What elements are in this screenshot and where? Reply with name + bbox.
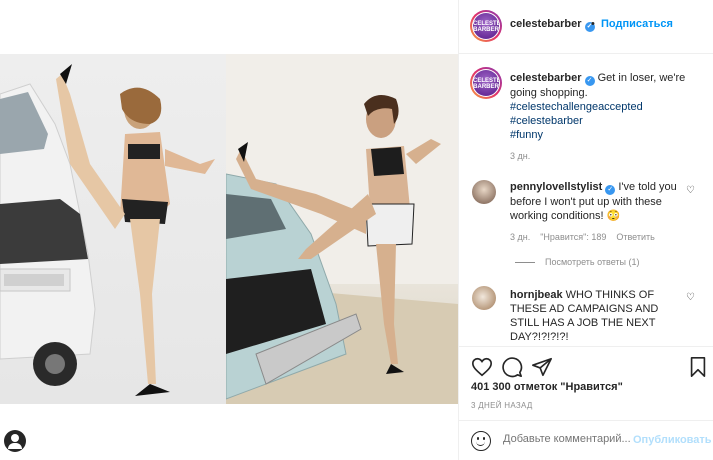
comment-time[interactable]: 3 дн. — [510, 232, 530, 242]
instagram-post-view: CELESTE BARBER celestebarber ✓ • Подписат… — [0, 0, 713, 460]
comment-likes[interactable]: "Нравится": 189 — [540, 232, 606, 242]
post-header: CELESTE BARBER celestebarber ✓ • Подписат… — [459, 0, 713, 54]
commenter-avatar[interactable] — [472, 180, 496, 204]
paper-plane-icon[interactable] — [531, 356, 553, 378]
save-icon-svg — [690, 357, 706, 377]
comment-username[interactable]: pennylovellstylist — [510, 181, 602, 193]
comment-item: hornjbeak WHO THINKS OF THESE AD CAMPAIG… — [510, 288, 685, 344]
ad-photo-illustration — [0, 64, 215, 396]
verified-icon: ✓ — [584, 76, 595, 86]
emoji-eye — [483, 437, 485, 440]
heart-icon[interactable] — [471, 356, 493, 378]
avatar-inner: CELESTE BARBER — [472, 12, 500, 40]
author-avatar[interactable]: CELESTE BARBER — [470, 10, 502, 42]
author-avatar-image: CELESTE BARBER — [473, 13, 499, 39]
photo-ad-campaign[interactable] — [0, 54, 226, 404]
share-icon-svg — [532, 357, 552, 377]
view-replies-label: Посмотреть ответы (1) — [545, 257, 640, 267]
post-media — [0, 0, 458, 460]
author-username-row[interactable]: celestebarber ✓ — [510, 18, 595, 32]
add-comment-bar: Опубликовать — [459, 420, 713, 460]
reply-button[interactable]: Ответить — [616, 232, 654, 242]
comment-username[interactable]: hornjbeak — [510, 289, 563, 301]
caption-author-avatar[interactable]: CELESTE BARBER — [470, 67, 502, 99]
recreation-photo-illustration — [226, 54, 458, 404]
caption-username[interactable]: celestebarber — [510, 72, 582, 84]
avatar-logo-text: CELESTE BARBER — [473, 20, 499, 33]
bookmark-icon[interactable] — [687, 356, 709, 378]
comment-meta: 3 дн. "Нравится": 189 Ответить — [510, 232, 665, 242]
avatar-head-shape — [11, 434, 19, 442]
post-side-panel: CELESTE BARBER celestebarber ✓ • Подписат… — [458, 0, 713, 460]
heart-icon-svg — [472, 357, 492, 377]
author-username[interactable]: celestebarber — [510, 18, 582, 30]
emoji-eye — [477, 437, 479, 440]
comment-icon[interactable] — [501, 356, 523, 378]
post-comment-button[interactable]: Опубликовать — [633, 434, 712, 446]
comment-like-heart-icon[interactable]: ♡ — [686, 185, 695, 196]
hashtag-link[interactable]: #celestechallengeaccepted — [510, 100, 700, 114]
emoji-mouth — [476, 441, 485, 446]
header-separator: • — [591, 18, 595, 30]
follow-button[interactable]: Подписаться — [601, 18, 673, 30]
photo-recreation[interactable] — [226, 54, 458, 404]
likes-count[interactable]: 401 300 отметок "Нравится" — [471, 381, 623, 393]
emoji-icon[interactable] — [471, 431, 491, 451]
replies-divider — [515, 262, 535, 264]
caption-avatar-image: CELESTE BARBER — [473, 70, 499, 96]
view-replies-button[interactable]: Посмотреть ответы (1) — [515, 257, 640, 267]
post-time-ago[interactable]: 3 ДНЕЙ НАЗАД — [471, 401, 533, 410]
comment-like-heart-icon[interactable]: ♡ — [686, 292, 695, 303]
avatar-inner: CELESTE BARBER — [472, 69, 500, 97]
viewer-avatar[interactable] — [4, 430, 26, 452]
caption-time[interactable]: 3 дн. — [510, 151, 530, 161]
hashtag-link[interactable]: #celestebarber — [510, 114, 700, 128]
avatar-body-shape — [8, 443, 22, 449]
caption-avatar-logo-text: CELESTE BARBER — [473, 77, 499, 90]
comment-item: pennylovellstylist ✓ I've told you before… — [510, 180, 685, 223]
post-caption: celestebarber ✓ Get in loser, we're going… — [510, 71, 700, 142]
commenter-avatar[interactable] — [472, 286, 496, 310]
comment-input[interactable] — [503, 433, 631, 445]
hashtag-link[interactable]: #funny — [510, 128, 700, 142]
comment-icon-svg — [502, 357, 523, 378]
verified-icon: ✓ — [605, 185, 616, 195]
